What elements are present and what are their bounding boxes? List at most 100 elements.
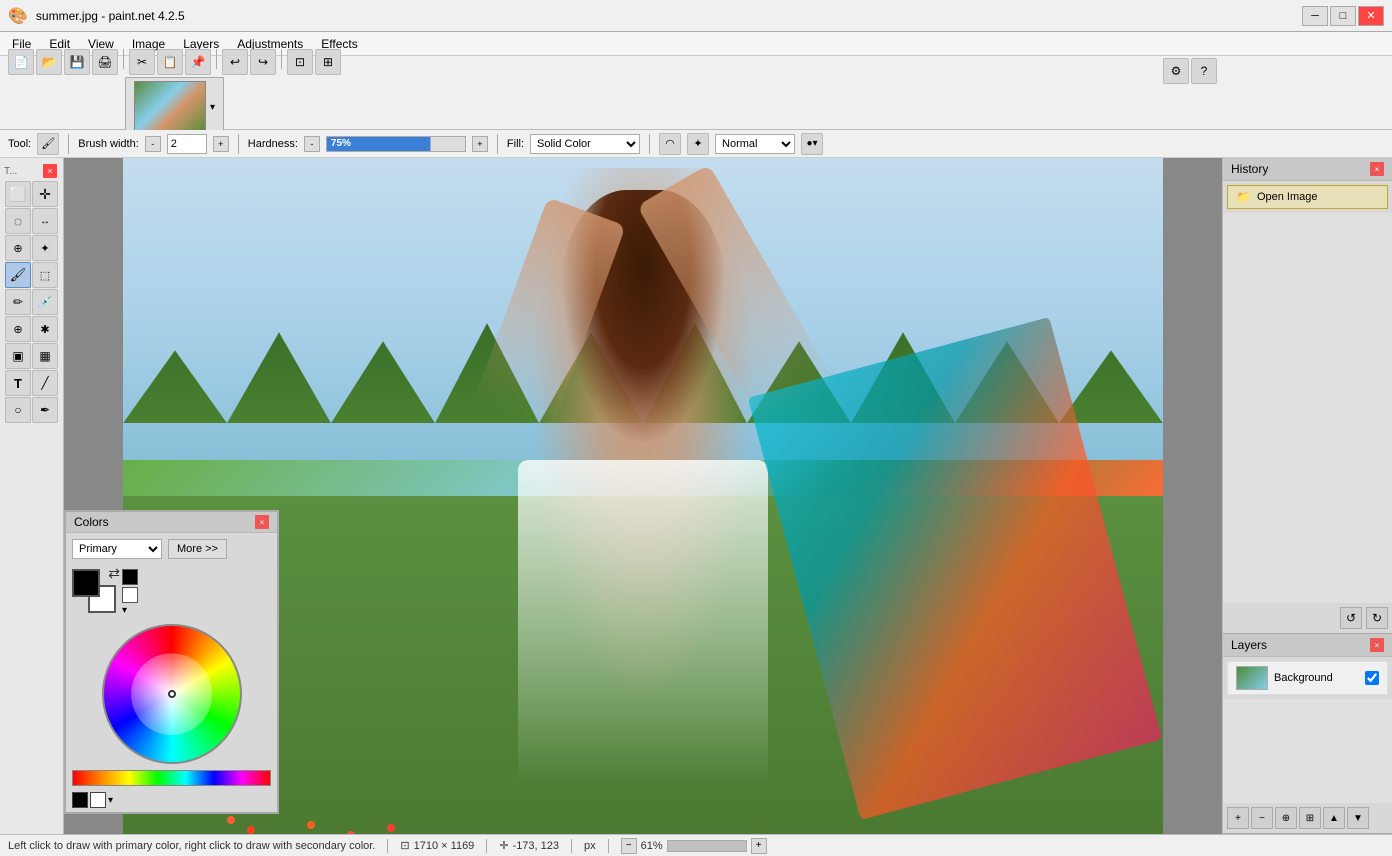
blend-mode-dropdown[interactable]: Normal (715, 134, 795, 154)
toolbar-redo[interactable]: ↪ (250, 49, 276, 75)
rectangle-select-tool[interactable]: ⬜ (5, 181, 31, 207)
layers-panel-content: Background (1223, 657, 1392, 699)
paint-brush-tool[interactable]: 🖌 (5, 262, 31, 288)
gradient-tool[interactable]: ▦ (32, 343, 58, 369)
reset-secondary-swatch[interactable] (122, 587, 138, 603)
add-layer-button[interactable]: + (1227, 807, 1249, 829)
brush-width-input[interactable] (167, 134, 207, 154)
image-dimensions: 1710 × 1169 (414, 840, 475, 852)
unit-label: px (584, 840, 596, 852)
recent-color-white[interactable] (90, 792, 106, 808)
freeform-shapes-tool[interactable]: ✒ (32, 397, 58, 423)
status-bar: Left click to draw with primary color, r… (0, 834, 1392, 856)
eraser-tool[interactable]: ⬚ (32, 262, 58, 288)
recent-color-black[interactable] (72, 792, 88, 808)
merge-down-button[interactable]: ⊞ (1299, 807, 1321, 829)
lasso-tool[interactable]: ◌ (5, 208, 31, 234)
color-picker-tool[interactable]: 💉 (32, 289, 58, 315)
hardness-value: 75% (331, 138, 351, 149)
zoom-tool[interactable]: ⊕ (5, 235, 31, 261)
brush-style[interactable]: ✦ (687, 133, 709, 155)
shapes-tool[interactable]: ○ (5, 397, 31, 423)
magic-wand-tool[interactable]: ✦ (32, 235, 58, 261)
duplicate-layer-button[interactable]: ⊕ (1275, 807, 1297, 829)
colors-panel: Colors × Primary Secondary More >> ⇄ ▾ (64, 510, 279, 814)
fill-dropdown[interactable]: Solid Color (530, 134, 640, 154)
fill-label: Fill: (507, 138, 524, 150)
layer-thumbnail (1236, 666, 1268, 690)
color-picker-dot (168, 690, 176, 698)
antialiasing-toggle[interactable]: ◠ (659, 133, 681, 155)
history-item-open[interactable]: 📁 Open Image (1227, 185, 1388, 209)
hardness-decrease[interactable]: - (304, 136, 320, 152)
swap-colors-icon[interactable]: ⇄ (108, 565, 120, 582)
toolbar-undo[interactable]: ↩ (222, 49, 248, 75)
toolbar-cut[interactable]: ✂ (129, 49, 155, 75)
toolbar-help[interactable]: ? (1191, 58, 1217, 84)
close-button[interactable]: ✕ (1358, 6, 1384, 26)
primary-color-swatch[interactable] (72, 569, 100, 597)
history-redo-button[interactable]: ↻ (1366, 607, 1388, 629)
zoom-out-button[interactable]: − (621, 838, 637, 854)
brush-width-increase[interactable]: + (213, 136, 229, 152)
toolbar-save[interactable]: 💾 (64, 49, 90, 75)
maximize-button[interactable]: □ (1330, 6, 1356, 26)
image-tab[interactable]: ▾ (125, 77, 224, 137)
brush-width-decrease[interactable]: - (145, 136, 161, 152)
zoom-slider[interactable] (667, 840, 747, 852)
hardness-increase[interactable]: + (472, 136, 488, 152)
reset-swatches: ▾ (122, 569, 138, 616)
clone-stamp-tool[interactable]: ⊕ (5, 316, 31, 342)
colors-more-button[interactable]: More >> (168, 539, 227, 559)
move-selection-tool[interactable]: ↔ (32, 208, 58, 234)
pencil-tool[interactable]: ✏ (5, 289, 31, 315)
color-palette-bar[interactable] (72, 770, 271, 786)
toolbar-print[interactable]: 🖨 (92, 49, 118, 75)
minimize-button[interactable]: ─ (1302, 6, 1328, 26)
toolbar-settings[interactable]: ⚙ (1163, 58, 1189, 84)
colors-controls: Primary Secondary More >> (66, 533, 277, 565)
active-tool-indicator[interactable]: 🖌 (37, 133, 59, 155)
dimensions-icon: ⊡ (400, 839, 409, 852)
move-layer-up-button[interactable]: ▲ (1323, 807, 1345, 829)
title-bar-controls: ─ □ ✕ (1302, 6, 1384, 26)
toolbar-new[interactable]: 📄 (8, 49, 34, 75)
line-tool[interactable]: ╱ (32, 370, 58, 396)
zoom-in-button[interactable]: + (751, 838, 767, 854)
recent-colors-dropdown[interactable]: ▾ (108, 795, 113, 806)
tools-close-button[interactable]: × (43, 164, 57, 178)
colors-panel-header: Colors × (66, 512, 277, 533)
reset-primary-swatch[interactable] (122, 569, 138, 585)
tool-row-7: ▣ ▦ (5, 343, 58, 369)
colors-primary-secondary-dropdown[interactable]: Primary Secondary (72, 539, 162, 559)
hardness-bar[interactable]: 75% (326, 136, 466, 152)
toolbar-resize[interactable]: ⊞ (315, 49, 341, 75)
recent-colors: ▾ (66, 788, 277, 812)
history-close-button[interactable]: × (1370, 162, 1384, 176)
layers-close-button[interactable]: × (1370, 638, 1384, 652)
toolbar-paste[interactable]: 📌 (185, 49, 211, 75)
tool-row-4: 🖌 ⬚ (5, 262, 58, 288)
colors-close-button[interactable]: × (255, 515, 269, 529)
history-item-label: Open Image (1257, 191, 1318, 203)
layer-visibility-checkbox[interactable] (1365, 671, 1379, 685)
history-title: History (1231, 162, 1268, 176)
move-layer-down-button[interactable]: ▼ (1347, 807, 1369, 829)
history-undo-button[interactable]: ↺ (1340, 607, 1362, 629)
recolor-tool[interactable]: ✱ (32, 316, 58, 342)
fill-tool[interactable]: ▣ (5, 343, 31, 369)
text-tool[interactable]: T (5, 370, 31, 396)
more-colors-dropdown[interactable]: ▾ (122, 605, 138, 616)
layer-item-background[interactable]: Background (1227, 661, 1388, 695)
color-wheel[interactable] (102, 624, 242, 764)
move-tool[interactable]: ✛ (32, 181, 58, 207)
left-toolbar: T... × ⬜ ✛ ◌ ↔ ⊕ ✦ 🖌 ⬚ ✏ 💉 ⊕ ✱ ▣ (0, 158, 64, 834)
toolbar-crop[interactable]: ⊡ (287, 49, 313, 75)
toolbar-open[interactable]: 📂 (36, 49, 62, 75)
delete-layer-button[interactable]: − (1251, 807, 1273, 829)
blend-mode-options[interactable]: ●▾ (801, 133, 823, 155)
toolbar-copy[interactable]: 📋 (157, 49, 183, 75)
tab-arrow[interactable]: ▾ (210, 102, 215, 113)
status-hint: Left click to draw with primary color, r… (8, 840, 375, 852)
cursor-coordinates: -173, 123 (513, 840, 559, 852)
